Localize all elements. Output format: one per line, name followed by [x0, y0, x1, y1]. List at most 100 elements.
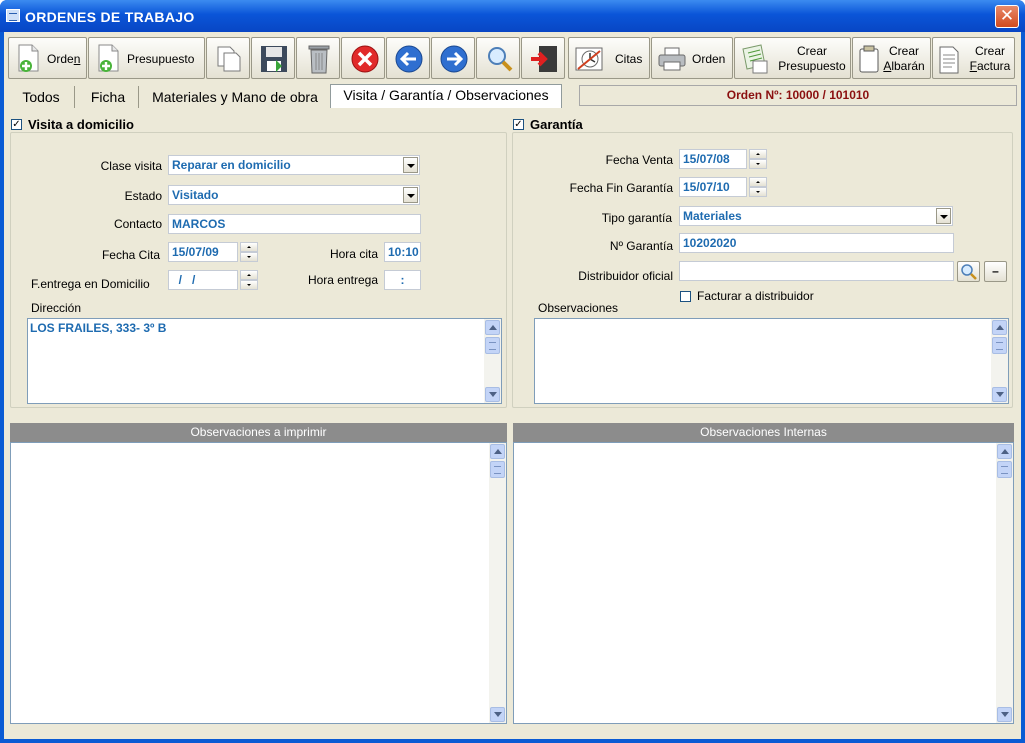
observaciones-imprimir-textarea[interactable]	[10, 442, 507, 724]
scroll-down-icon[interactable]	[485, 387, 500, 402]
copy-button[interactable]	[206, 37, 250, 79]
tab-todos[interactable]: Todos	[10, 86, 72, 110]
tab-materiales[interactable]: Materiales y Mano de obra	[144, 86, 326, 110]
tab-separator	[138, 86, 139, 108]
tab-separator	[74, 86, 75, 108]
create-budget-button[interactable]: Crear Presupuesto	[734, 37, 851, 79]
new-budget-label: Presupuesto	[127, 52, 195, 66]
order-number: Orden Nº: 10000 / 101010	[579, 85, 1017, 106]
new-budget-button[interactable]: Presupuesto	[88, 37, 205, 79]
estado-label: Estado	[124, 189, 162, 203]
hora-cita-input[interactable]: 10:10	[384, 242, 421, 262]
create-budget-icon	[742, 44, 768, 74]
window-icon	[6, 9, 20, 22]
observaciones-imprimir-header: Observaciones a imprimir	[10, 423, 507, 442]
create-invoice-button[interactable]: Crear Factura	[932, 37, 1015, 79]
tab-ficha[interactable]: Ficha	[80, 86, 136, 110]
tab-visita-garantia-observaciones[interactable]: Visita / Garantía / Observaciones	[330, 84, 562, 108]
appointments-button[interactable]: Citas	[568, 37, 650, 79]
exit-icon	[531, 46, 557, 72]
fecha-fin-garantia-input[interactable]: 15/07/10	[679, 177, 747, 197]
hora-entrega-label: Hora entrega	[307, 273, 378, 287]
clase-visita-select[interactable]: Reparar en domicilio	[168, 155, 420, 175]
facturar-distribuidor-label: Facturar a distribuidor	[697, 289, 814, 303]
scroll-down-icon[interactable]	[490, 707, 505, 722]
fecha-cita-spinner[interactable]	[240, 242, 258, 262]
fecha-cita-input[interactable]: 15/07/09	[168, 242, 238, 262]
direccion-text: LOS FRAILES, 333- 3º B	[30, 321, 167, 335]
fecha-fin-garantia-spinner[interactable]	[749, 177, 767, 197]
facturar-distribuidor-checkbox[interactable]	[680, 291, 691, 302]
fecha-venta-spinner[interactable]	[749, 149, 767, 169]
distribuidor-search-button[interactable]	[957, 261, 980, 282]
create-delivery-note-label: Crear Albarán	[883, 44, 925, 73]
observaciones-internas-scrollbar[interactable]	[996, 443, 1013, 723]
hora-entrega-input[interactable]: :	[384, 270, 421, 290]
scroll-up-icon[interactable]	[992, 320, 1007, 335]
close-window-button[interactable]: ✕	[995, 5, 1019, 28]
chevron-down-icon[interactable]	[936, 208, 951, 224]
observaciones-internas-textarea[interactable]	[513, 442, 1014, 724]
observaciones-imprimir-scrollbar[interactable]	[489, 443, 506, 723]
entrega-domicilio-spinner[interactable]	[240, 270, 258, 290]
tipo-garantia-label: Tipo garantía	[601, 211, 672, 225]
create-delivery-note-icon	[859, 45, 879, 73]
scroll-thumb[interactable]	[997, 461, 1012, 478]
trash-button[interactable]	[296, 37, 340, 79]
search-icon	[488, 47, 513, 72]
print-order-button[interactable]: Orden	[651, 37, 733, 79]
forward-arrow-icon	[440, 45, 468, 73]
exit-button[interactable]	[521, 37, 565, 79]
distribuidor-clear-button[interactable]: –	[984, 261, 1007, 282]
garantia-header: Garantía	[530, 117, 583, 132]
tipo-garantia-select[interactable]: Materiales	[679, 206, 953, 226]
save-button[interactable]	[251, 37, 295, 79]
entrega-domicilio-label: F.entrega en Domicilio	[31, 277, 150, 291]
back-button[interactable]	[386, 37, 430, 79]
scroll-up-icon[interactable]	[997, 444, 1012, 459]
create-delivery-note-button[interactable]: Crear Albarán	[852, 37, 931, 79]
direccion-scrollbar[interactable]	[484, 319, 501, 403]
estado-select[interactable]: Visitado	[168, 185, 420, 205]
new-budget-icon	[98, 44, 119, 72]
distribuidor-input[interactable]	[679, 261, 954, 281]
scroll-down-icon[interactable]	[992, 387, 1007, 402]
entrega-domicilio-input[interactable]: / /	[168, 270, 238, 290]
garantia-checkbox[interactable]: ✓	[513, 119, 524, 130]
new-order-button[interactable]: Orden	[8, 37, 87, 79]
garantia-observaciones-label: Observaciones	[538, 301, 619, 315]
observaciones-internas-header: Observaciones Internas	[513, 423, 1014, 442]
fecha-fin-garantia-label: Fecha Fin Garantía	[569, 181, 673, 195]
chevron-down-icon[interactable]	[403, 187, 418, 203]
scroll-thumb[interactable]	[992, 337, 1007, 354]
contacto-input[interactable]: MARCOS	[168, 214, 421, 234]
garantia-observaciones-scrollbar[interactable]	[991, 319, 1008, 403]
forward-button[interactable]	[431, 37, 475, 79]
trash-icon	[308, 45, 330, 74]
search-icon	[961, 264, 977, 280]
application-window: ORDENES DE TRABAJO ✕ Orden Presupuesto C…	[0, 0, 1025, 743]
window-title: ORDENES DE TRABAJO	[25, 9, 195, 25]
visita-checkbox[interactable]: ✓	[11, 119, 22, 130]
chevron-down-icon[interactable]	[403, 157, 418, 173]
garantia-observaciones-textarea[interactable]	[534, 318, 1009, 404]
create-invoice-icon	[939, 46, 959, 74]
scroll-thumb[interactable]	[490, 461, 505, 478]
delete-button[interactable]	[341, 37, 385, 79]
direccion-textarea[interactable]: LOS FRAILES, 333- 3º B	[27, 318, 502, 404]
scroll-up-icon[interactable]	[485, 320, 500, 335]
search-button[interactable]	[476, 37, 520, 79]
new-order-label: Orden	[47, 52, 81, 66]
numero-garantia-label: Nº Garantía	[609, 239, 673, 253]
scroll-up-icon[interactable]	[490, 444, 505, 459]
printer-icon	[658, 47, 686, 71]
scroll-down-icon[interactable]	[997, 707, 1012, 722]
numero-garantia-input[interactable]: 10202020	[679, 233, 954, 253]
title-bar[interactable]: ORDENES DE TRABAJO ✕	[0, 0, 1025, 32]
fecha-venta-input[interactable]: 15/07/08	[679, 149, 747, 169]
client-area: Orden Presupuesto Citas Orden Crear Pres…	[4, 32, 1021, 739]
clase-visita-label: Clase visita	[100, 159, 162, 173]
scroll-thumb[interactable]	[485, 337, 500, 354]
back-arrow-icon	[395, 45, 423, 73]
create-budget-label: Crear Presupuesto	[778, 44, 846, 73]
